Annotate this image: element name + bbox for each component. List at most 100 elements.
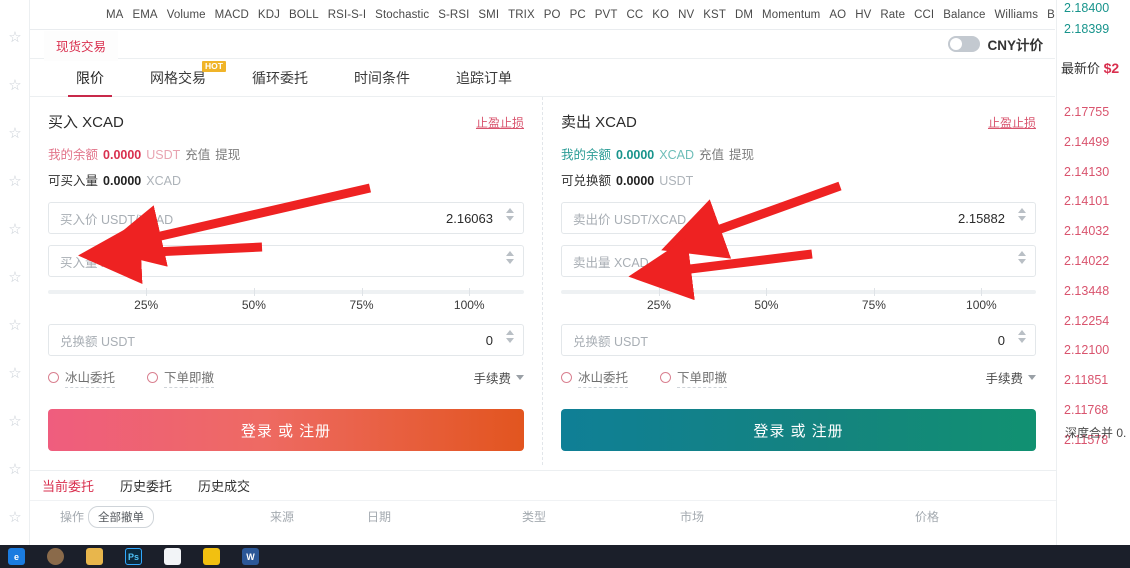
indicator-smi[interactable]: SMI	[478, 9, 499, 21]
word-icon[interactable]: W	[242, 548, 259, 565]
orderbook-bid-row[interactable]: 2.14022	[1064, 254, 1109, 268]
sell-price-stepper[interactable]	[1018, 208, 1026, 221]
orderbook-bid-row[interactable]: 2.14032	[1064, 224, 1109, 238]
favorite-star-icon[interactable]: ☆	[4, 74, 26, 96]
orderbook-bid-row[interactable]: 2.12100	[1064, 343, 1109, 357]
order-type-tab[interactable]: 限价	[68, 59, 112, 97]
percent-label-100[interactable]: 100%	[966, 298, 997, 312]
indicator-bbw[interactable]: BBW	[1047, 9, 1055, 21]
favorite-star-icon[interactable]: ☆	[4, 170, 26, 192]
buy-stop-limit-link[interactable]: 止盈止损	[476, 114, 524, 131]
camera-icon[interactable]	[203, 548, 220, 565]
indicator-hv[interactable]: HV	[855, 9, 871, 21]
indicator-ma[interactable]: MA	[106, 9, 123, 21]
percent-label-100[interactable]: 100%	[454, 298, 485, 312]
percent-label-25[interactable]: 25%	[647, 298, 671, 312]
orderbook-bid-row[interactable]: 2.12254	[1064, 314, 1109, 328]
indicator-macd[interactable]: MACD	[215, 9, 249, 21]
buy-price-input[interactable]: 买入价 USDT/XCAD 2.16063	[48, 202, 524, 234]
favorite-star-icon[interactable]: ☆	[4, 410, 26, 432]
percent-label-75[interactable]: 75%	[350, 298, 374, 312]
indicator-rate[interactable]: Rate	[880, 9, 905, 21]
indicator-dm[interactable]: DM	[735, 9, 753, 21]
indicator-stochastic[interactable]: Stochastic	[375, 9, 429, 21]
buy-amount-input[interactable]: 买入量 XCAD	[48, 245, 524, 277]
sell-stop-limit-link[interactable]: 止盈止损	[988, 114, 1036, 131]
edge-icon[interactable]: e	[8, 548, 25, 565]
percent-label-50[interactable]: 50%	[242, 298, 266, 312]
orderbook-bid-row[interactable]: 2.14130	[1064, 165, 1109, 179]
indicator-s-rsi[interactable]: S-RSI	[438, 9, 469, 21]
order-type-tab[interactable]: 时间条件	[354, 59, 410, 97]
indicator-nv[interactable]: NV	[678, 9, 694, 21]
app-icon[interactable]	[164, 548, 181, 565]
order-type-tab[interactable]: 循环委托	[252, 59, 308, 97]
orderbook-bid-row[interactable]: 2.17755	[1064, 105, 1109, 119]
orderbook-bid-row[interactable]: 2.11768	[1064, 403, 1108, 417]
buy-fee-dropdown[interactable]: 手续费	[473, 368, 524, 387]
sell-price-input[interactable]: 卖出价 USDT/XCAD 2.15882	[561, 202, 1036, 234]
favorite-star-icon[interactable]: ☆	[4, 458, 26, 480]
indicator-cci[interactable]: CCI	[914, 9, 934, 21]
photoshop-icon[interactable]: Ps	[125, 548, 142, 565]
orderbook-bid-row[interactable]: 2.14499	[1064, 135, 1109, 149]
percent-label-25[interactable]: 25%	[134, 298, 158, 312]
buy-submit-button[interactable]: 登录 或 注册	[48, 409, 524, 451]
slider-tick-25[interactable]	[146, 288, 148, 296]
indicator-kdj[interactable]: KDJ	[258, 9, 280, 21]
slider-tick-25[interactable]	[658, 288, 660, 296]
indicator-balance[interactable]: Balance	[943, 9, 985, 21]
cny-toggle[interactable]	[948, 36, 981, 52]
sell-amount-input[interactable]: 卖出量 XCAD	[561, 245, 1036, 277]
percent-label-75[interactable]: 75%	[862, 298, 886, 312]
orders-tab[interactable]: 历史委托	[120, 476, 172, 495]
indicator-williams[interactable]: Williams	[994, 9, 1038, 21]
favorite-star-icon[interactable]: ☆	[4, 314, 26, 336]
indicator-boll[interactable]: BOLL	[289, 9, 319, 21]
orders-tab[interactable]: 当前委托	[42, 476, 94, 495]
orderbook-bid-row[interactable]: 2.14101	[1064, 194, 1109, 208]
sell-percent-slider[interactable]	[561, 288, 1036, 296]
indicator-ao[interactable]: AO	[829, 9, 846, 21]
percent-label-50[interactable]: 50%	[754, 298, 778, 312]
sell-total-stepper[interactable]	[1018, 330, 1026, 343]
buy-withdraw-link[interactable]: 提现	[215, 144, 240, 163]
orderbook-bid-row[interactable]: 2.11851	[1064, 373, 1108, 387]
indicator-pc[interactable]: PC	[570, 9, 586, 21]
favorite-star-icon[interactable]: ☆	[4, 266, 26, 288]
favorite-star-icon[interactable]: ☆	[4, 26, 26, 48]
buy-price-stepper[interactable]	[506, 208, 514, 221]
sell-amount-stepper[interactable]	[1018, 251, 1026, 264]
favorite-star-icon[interactable]: ☆	[4, 218, 26, 240]
indicator-pvt[interactable]: PVT	[595, 9, 618, 21]
folder-icon[interactable]	[86, 548, 103, 565]
buy-deposit-link[interactable]: 充值	[185, 144, 210, 163]
indicator-kst[interactable]: KST	[703, 9, 726, 21]
slider-tick-50[interactable]	[253, 288, 255, 296]
sell-withdraw-link[interactable]: 提现	[729, 144, 754, 163]
indicator-trix[interactable]: TRIX	[508, 9, 535, 21]
spot-trading-tab[interactable]: 现货交易	[44, 31, 119, 61]
slider-tick-50[interactable]	[766, 288, 768, 296]
slider-tick-100[interactable]	[981, 288, 983, 296]
indicator-momentum[interactable]: Momentum	[762, 9, 820, 21]
sell-deposit-link[interactable]: 充值	[699, 144, 724, 163]
sell-iceberg-option[interactable]: 冰山委托	[561, 367, 629, 388]
indicator-po[interactable]: PO	[544, 9, 561, 21]
sell-fee-dropdown[interactable]: 手续费	[985, 368, 1036, 387]
sell-fok-option[interactable]: 下单即撤	[660, 367, 728, 388]
orderbook-bid-row[interactable]: 2.13448	[1064, 284, 1109, 298]
indicator-cc[interactable]: CC	[626, 9, 643, 21]
favorite-star-icon[interactable]: ☆	[4, 362, 26, 384]
orderbook-ask-row[interactable]: 2.18400	[1064, 1, 1109, 15]
slider-tick-100[interactable]	[469, 288, 471, 296]
favorite-star-icon[interactable]: ☆	[4, 506, 26, 528]
slider-tick-75[interactable]	[873, 288, 875, 296]
orderbook-ask-row[interactable]: 2.18399	[1064, 22, 1109, 36]
depth-merge-selector[interactable]: 深度合并 0.	[1065, 424, 1126, 441]
indicator-ko[interactable]: KO	[652, 9, 669, 21]
cny-toggle-group[interactable]: CNY计价	[948, 34, 1043, 54]
buy-iceberg-option[interactable]: 冰山委托	[48, 367, 116, 388]
order-type-tab[interactable]: 追踪订单	[456, 59, 512, 97]
sell-total-input[interactable]: 兑换额 USDT 0	[561, 324, 1036, 356]
